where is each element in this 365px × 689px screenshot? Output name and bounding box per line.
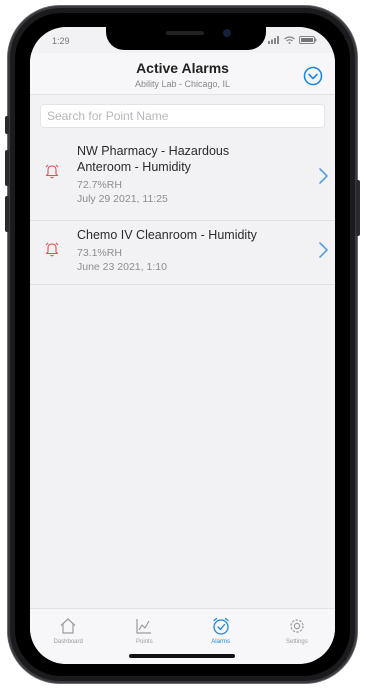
location-subtitle: Ability Lab - Chicago, IL bbox=[134, 79, 231, 89]
tab-points-label: Points bbox=[136, 639, 153, 645]
tab-bar: Dashboard Points Alarms Settings bbox=[30, 608, 335, 664]
app-screen: 1:29 Active Alarms Ability Lab - Chicago… bbox=[30, 27, 335, 664]
chevron-right-icon[interactable] bbox=[317, 167, 329, 185]
signal-icon bbox=[268, 36, 279, 44]
alarm-title: NW Pharmacy - Hazardous bbox=[77, 144, 230, 158]
home-icon bbox=[60, 618, 76, 634]
mute-switch bbox=[5, 116, 9, 134]
tab-alarms-label: Alarms bbox=[211, 639, 230, 645]
search-box bbox=[40, 104, 325, 128]
page-title: Active Alarms bbox=[136, 60, 229, 76]
front-camera bbox=[223, 29, 231, 37]
alarm-bell-icon bbox=[45, 164, 59, 179]
app-header: Active Alarms Ability Lab - Chicago, IL bbox=[30, 53, 335, 95]
volume-down-button bbox=[5, 196, 9, 232]
home-indicator bbox=[129, 654, 235, 658]
alarm-list: NW Pharmacy - Hazardous Anteroom - Humid… bbox=[30, 137, 335, 285]
alarm-title: Chemo IV Cleanroom - Humidity bbox=[77, 228, 257, 242]
battery-icon bbox=[299, 36, 317, 44]
alarm-list-item[interactable]: NW Pharmacy - Hazardous Anteroom - Humid… bbox=[30, 137, 335, 221]
status-time: 1:29 bbox=[52, 36, 70, 46]
volume-up-button bbox=[5, 150, 9, 186]
tab-settings[interactable]: Settings bbox=[259, 609, 335, 664]
chart-icon bbox=[136, 619, 152, 634]
tab-settings-label: Settings bbox=[286, 639, 308, 645]
notch bbox=[106, 27, 266, 50]
filter-dropdown-button[interactable] bbox=[303, 66, 323, 86]
earpiece-speaker bbox=[166, 31, 204, 35]
power-button bbox=[356, 180, 360, 236]
wifi-icon bbox=[284, 36, 295, 44]
tab-dashboard[interactable]: Dashboard bbox=[30, 609, 106, 664]
tab-dashboard-label: Dashboard bbox=[53, 639, 83, 645]
alarm-value: 73.1%RH bbox=[77, 247, 122, 259]
alarm-date: July 29 2021, 11:25 bbox=[77, 193, 168, 205]
alarm-date: June 23 2021, 1:10 bbox=[77, 261, 167, 273]
chevron-right-icon[interactable] bbox=[317, 241, 329, 259]
alarm-value: 72.7%RH bbox=[77, 179, 122, 191]
gear-icon bbox=[290, 619, 304, 633]
alarm-title-continued: Anteroom - Humidity bbox=[77, 160, 191, 174]
alarm-clock-icon bbox=[212, 617, 229, 635]
status-indicators bbox=[268, 36, 317, 44]
alarm-bell-icon bbox=[45, 242, 59, 257]
search-input[interactable] bbox=[41, 105, 324, 127]
alarm-list-item[interactable]: Chemo IV Cleanroom - Humidity 73.1%RH Ju… bbox=[30, 221, 335, 285]
